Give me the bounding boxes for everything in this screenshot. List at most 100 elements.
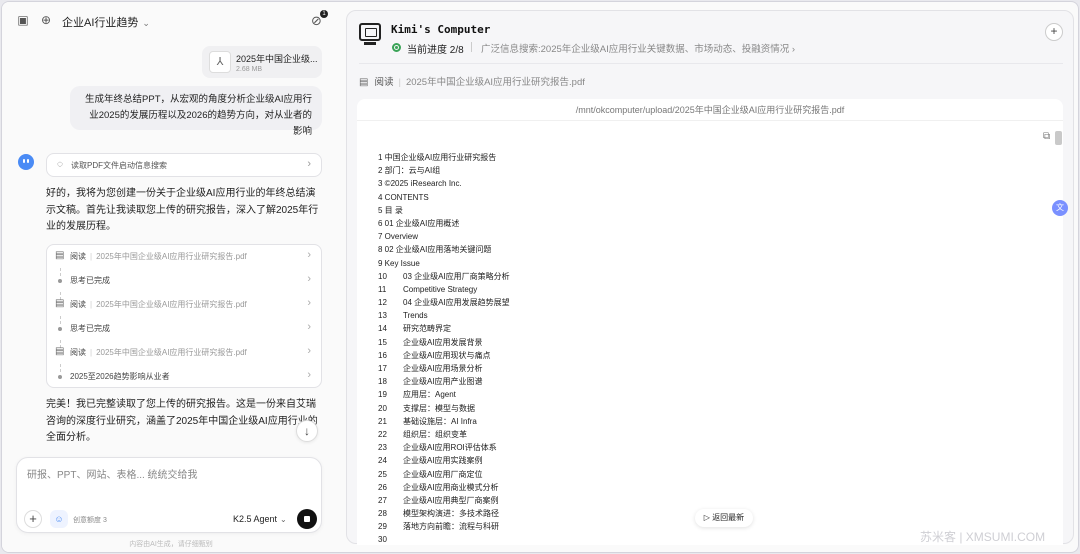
file-line: 21 基础设施层：AI Infra (378, 415, 1038, 428)
file-line: 13 Trends (378, 309, 1038, 322)
chat-topbar: ▣ ⊕ 企业AI行业趋势 ⌄ ⊘ 1 (2, 2, 340, 40)
line-number: 28 (378, 509, 387, 519)
uploaded-file-card[interactable]: ⅄ 2025年中国企业级... 2.68 MB (202, 46, 322, 78)
chevron-right-icon: › (307, 321, 311, 333)
line-number: 30 (378, 535, 387, 545)
file-line: 5 目 录 (378, 205, 403, 215)
lightbulb-icon: ◌ (57, 159, 63, 170)
file-line: 27 企业级AI应用典型厂商案例 (378, 494, 1038, 507)
step-read[interactable]: ▤ 阅读 | 2025年中国企业级AI应用行业研究报告.pdf › (47, 341, 321, 365)
line-text: 企业级AI应用现状与痛点 (403, 350, 491, 360)
add-attachment-button[interactable]: + (24, 510, 42, 528)
file-line: 25 企业级AI应用厂商定位 (378, 468, 1038, 481)
scrollbar-thumb[interactable] (1055, 131, 1062, 145)
play-icon: ▷ (703, 513, 710, 522)
file-line: 7 Overview (378, 232, 419, 242)
tool-steps-card: ▤ 阅读 | 2025年中国企业级AI应用行业研究报告.pdf › 思考已完成 › … (46, 244, 322, 388)
file-line: 3 ©2025 iResearch Inc. (378, 179, 462, 189)
back-to-latest-button[interactable]: ▷ 返回最新 (695, 509, 753, 527)
line-number: 24 (378, 456, 387, 466)
line-number: 12 (378, 298, 387, 308)
line-text: 企业级AI应用产业图谱 (403, 377, 483, 387)
divider (471, 42, 472, 52)
user-message: 生成年终总结PPT，从宏观的角度分析企业级AI应用行业2025的发展历程以及20… (70, 86, 322, 137)
line-text: 企业级AI应用典型厂商案例 (403, 495, 499, 505)
bullet-dot-icon (58, 375, 62, 379)
file-line: 18 企业级AI应用产业图谱 (378, 375, 1038, 388)
file-line: 9 Key Issue (378, 258, 420, 268)
step-label: 阅读 (70, 300, 86, 309)
model-selector[interactable]: K2.5 Agent ⌄ (233, 514, 287, 524)
file-line: 4 CONTENTS (378, 192, 429, 202)
step-thinking[interactable]: 思考已完成 › (47, 317, 321, 341)
composer-input[interactable]: 研报、PPT、网站、表格... 统统交给我 (27, 466, 198, 481)
attachment-count-badge: 1 (320, 10, 328, 18)
file-line: 10 03 企业级AI应用厂商策略分析 (378, 270, 1038, 283)
line-number: 10 (378, 271, 387, 281)
chevron-right-icon: › (307, 369, 311, 381)
line-text: 企业级AI应用厂商定位 (403, 469, 483, 479)
chevron-down-icon: ⌄ (280, 515, 287, 524)
line-text: 04 企业级AI应用发展趋势展望 (403, 298, 510, 308)
progress-status-icon (392, 43, 401, 52)
file-line: 6 01 企业级AI应用概述 (378, 218, 460, 228)
computer-panel: Kimi's Computer 当前进度 2/8 广泛信息搜索:2025年企业级… (346, 10, 1074, 545)
current-task[interactable]: 广泛信息搜索:2025年企业级AI应用行业关键数据、市场动态、投融资情况 › (481, 41, 795, 55)
line-text: 基础设施层：AI Infra (403, 416, 477, 426)
arrow-down-icon: ↓ (304, 424, 310, 438)
creative-credits-icon[interactable]: ☺ (50, 510, 68, 528)
file-line: 1 中国企业级AI应用行业研究报告 (378, 153, 497, 162)
search-step-chip[interactable]: ◌ 读取PDF文件启动信息搜索 › (46, 153, 322, 177)
bot-intro-text: 好的，我将为您创建一份关于企业级AI应用行业的年终总结演示文稿。首先让我读取您上… (46, 188, 319, 232)
app-window: ▣ ⊕ 企业AI行业趋势 ⌄ ⊘ 1 ⅄ 2025年中国企业级... 2.68 M… (1, 1, 1079, 553)
line-text: Competitive Strategy (403, 284, 478, 294)
step-thinking[interactable]: 思考已完成 › (47, 269, 321, 293)
line-number: 13 (378, 311, 387, 321)
file-viewer[interactable]: /mnt/okcomputer/upload/2025年中国企业级AI应用行业研… (357, 99, 1063, 545)
chat-panel: ▣ ⊕ 企业AI行业趋势 ⌄ ⊘ 1 ⅄ 2025年中国企业级... 2.68 M… (2, 2, 340, 552)
add-button[interactable]: + (1045, 23, 1063, 41)
read-file: 2025年中国企业级AI应用行业研究报告.pdf (405, 77, 585, 88)
line-text: 模型架构演进：多技术路径 (403, 509, 499, 519)
line-text: 支撑层：模型与数据 (403, 403, 475, 413)
file-line: 14 研究范畴界定 (378, 322, 1038, 335)
line-number: 21 (378, 416, 387, 426)
stop-generation-button[interactable] (297, 509, 317, 529)
line-number: 29 (378, 522, 387, 532)
line-number: 18 (378, 377, 387, 387)
step-label: 阅读 (70, 252, 86, 261)
computer-stand (364, 42, 376, 45)
chevron-right-icon: › (307, 345, 311, 357)
step-label: 思考已完成 (70, 324, 110, 333)
line-number: 11 (378, 284, 387, 294)
file-line: 20 支撑层：模型与数据 (378, 402, 1038, 415)
file-line: 19 应用层：Agent (378, 388, 1038, 401)
line-number: 14 (378, 324, 387, 334)
file-line: 16 企业级AI应用现状与痛点 (378, 349, 1038, 362)
bullet-dot-icon (58, 279, 62, 283)
read-status-row: ▤ 阅读 | 2025年中国企业级AI应用行业研究报告.pdf (359, 77, 585, 88)
copy-icon[interactable]: ⧉ (1043, 131, 1050, 142)
translate-icon[interactable]: 文 (1052, 200, 1068, 216)
chevron-right-icon: › (791, 44, 796, 55)
current-task-text: 广泛信息搜索:2025年企业级AI应用行业关键数据、市场动态、投融资情况 (481, 44, 790, 55)
chat-title[interactable]: 企业AI行业趋势 ⌄ (62, 14, 150, 30)
read-label: 阅读 (374, 77, 394, 88)
progress-label: 当前进度 2/8 (407, 45, 464, 56)
line-number: 16 (378, 350, 387, 360)
file-line: 26 企业级AI应用商业模式分析 (378, 481, 1038, 494)
line-number: 15 (378, 337, 387, 347)
line-text: 企业级AI应用商业模式分析 (403, 482, 499, 492)
step-read[interactable]: ▤ 阅读 | 2025年中国企业级AI应用行业研究报告.pdf › (47, 293, 321, 317)
step-read[interactable]: ▤ 阅读 | 2025年中国企业级AI应用行业研究报告.pdf › (47, 245, 321, 269)
document-icon: ▤ (359, 77, 369, 88)
header-divider (359, 63, 1063, 64)
line-number: 22 (378, 429, 387, 439)
message-composer[interactable]: 研报、PPT、网站、表格... 统统交给我 + ☺ 创意额度 3 K2.5 Ag… (16, 457, 322, 533)
file-line: 23 企业级AI应用ROI评估体系 (378, 441, 1038, 454)
sidebar-toggle-icon[interactable]: ▣ (16, 13, 30, 27)
new-chat-icon[interactable]: ⊕ (39, 13, 53, 27)
step-thinking[interactable]: 2025至2026趋势影响从业者 › (47, 365, 321, 389)
line-number: 23 (378, 443, 387, 453)
scroll-down-button[interactable]: ↓ (296, 420, 318, 442)
